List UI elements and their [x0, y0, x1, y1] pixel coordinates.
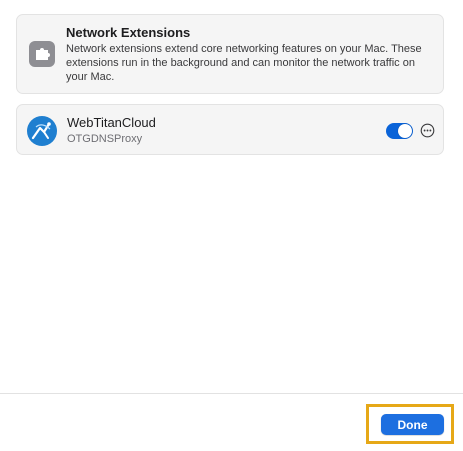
network-extensions-sheet: Network Extensions Network extensions ex… — [0, 0, 463, 451]
info-title: Network Extensions — [66, 25, 191, 40]
extension-enabled-toggle[interactable] — [386, 123, 413, 139]
extension-row: WebTitanCloud OTGDNSProxy — [16, 104, 444, 155]
ellipsis-circle-icon[interactable] — [420, 123, 435, 138]
done-button[interactable]: Done — [381, 414, 444, 435]
extension-subtitle: OTGDNSProxy — [67, 133, 143, 145]
extension-name: WebTitanCloud — [67, 115, 156, 130]
footer-divider — [0, 393, 463, 394]
puzzle-piece-icon — [29, 41, 55, 67]
info-card: Network Extensions Network extensions ex… — [16, 14, 444, 94]
webtitan-logo-icon — [27, 116, 57, 146]
info-description: Network extensions extend core networkin… — [66, 43, 422, 83]
toggle-knob — [398, 124, 412, 138]
